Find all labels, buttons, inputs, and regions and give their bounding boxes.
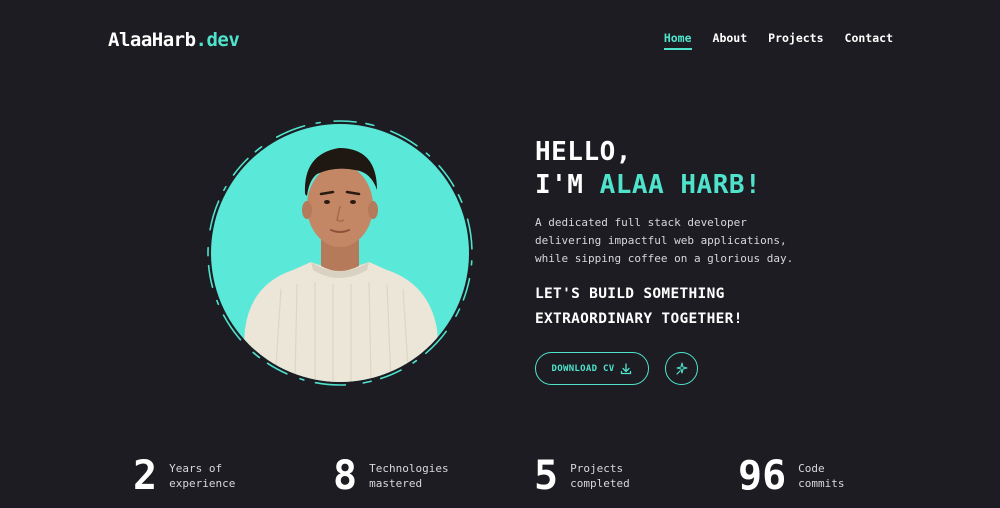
stat-label-line-2: completed (570, 477, 630, 490)
download-icon (621, 362, 632, 374)
nav-item-home[interactable]: Home (663, 31, 692, 50)
hero-heading: HELLO, I'M ALAA HARB! (535, 136, 835, 202)
tagline-line-2: EXTRAORDINARY TOGETHER! (535, 311, 743, 327)
profile-photo (211, 124, 469, 382)
stat-label-line-2: mastered (369, 477, 423, 490)
stat-label: Years of experience (169, 461, 235, 491)
nav-item-projects[interactable]: Projects (768, 31, 823, 50)
stat-value: 96 (738, 453, 787, 499)
nav-item-contact[interactable]: Contact (845, 31, 893, 50)
tagline-line-1: LET'S BUILD SOMETHING (535, 286, 725, 302)
stat-label: Technologies mastered (369, 461, 448, 491)
top-nav: AlaaHarb.dev Home About Projects Contact (108, 27, 893, 53)
stat-label-line-2: experience (169, 477, 236, 490)
hero-section: HELLO, I'M ALAA HARB! A dedicated full s… (535, 136, 835, 385)
hero-tagline: LET'S BUILD SOMETHING EXTRAORDINARY TOGE… (535, 282, 835, 332)
logo-name: AlaaHarb (108, 29, 196, 51)
stat-label: Projects completed (570, 461, 630, 491)
hero-name: ALAA HARB! (599, 170, 762, 200)
stat-technologies: 8 Technologies mastered (333, 452, 449, 500)
stat-label-line-1: Projects (570, 462, 624, 475)
portrait-image (241, 148, 441, 382)
download-cv-button[interactable]: DOWNLOAD CV (535, 352, 649, 385)
intro-prefix: I'M (535, 170, 600, 200)
stat-projects: 5 Projects completed (534, 452, 630, 500)
stat-value: 2 (133, 453, 158, 499)
hero-description: A dedicated full stack developer deliver… (535, 216, 794, 265)
hero-actions: DOWNLOAD CV (535, 352, 835, 385)
greeting: HELLO, (535, 137, 632, 167)
nav-links: Home About Projects Contact (663, 31, 893, 50)
download-cv-label: DOWNLOAD CV (551, 363, 615, 374)
stat-experience: 2 Years of experience (133, 452, 235, 500)
logo-suffix: .dev (195, 29, 240, 51)
stat-label-line-1: Technologies (369, 462, 449, 475)
stat-label-line-2: commits (798, 477, 845, 490)
stat-label-line-1: Years of (169, 462, 223, 475)
profile-photo-wrap (205, 118, 475, 388)
sparkle-button[interactable] (665, 352, 698, 385)
stat-value: 5 (534, 453, 559, 499)
sparkle-icon (675, 361, 688, 375)
stat-value: 8 (333, 453, 358, 499)
stat-label-line-1: Code (798, 462, 825, 475)
nav-item-about[interactable]: About (713, 31, 748, 50)
logo[interactable]: AlaaHarb.dev (108, 29, 240, 51)
stat-label: Code commits (798, 461, 844, 491)
stats-bar: 2 Years of experience 8 Technologies maste… (0, 452, 1000, 502)
stat-commits: 96 Code commits (738, 452, 845, 500)
